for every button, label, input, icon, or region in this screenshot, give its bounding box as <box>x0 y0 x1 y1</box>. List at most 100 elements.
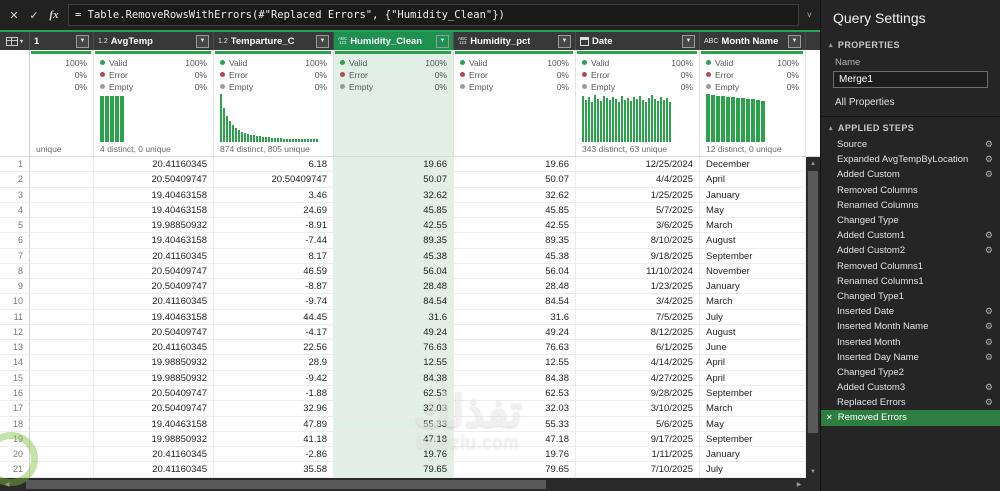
cell[interactable]: 11/10/2024 <box>576 264 700 278</box>
cell[interactable] <box>30 279 94 293</box>
filter-dropdown-icon[interactable]: ▼ <box>436 35 449 48</box>
cell[interactable]: 89.35 <box>334 233 454 247</box>
cell[interactable]: 45.85 <box>334 203 454 217</box>
cell[interactable]: April <box>700 371 806 385</box>
cell[interactable]: March <box>700 218 806 232</box>
cell[interactable]: 28.48 <box>454 279 576 293</box>
cell[interactable]: 56.04 <box>454 264 576 278</box>
row-number[interactable]: 19 <box>0 432 30 446</box>
cell[interactable]: 76.63 <box>454 340 576 354</box>
table-menu-dropdown-icon[interactable]: ▾ <box>20 38 23 45</box>
cell[interactable]: 84.54 <box>334 294 454 308</box>
row-number[interactable]: 6 <box>0 233 30 247</box>
applied-step-inserted-month[interactable]: Inserted Month⚙ <box>821 334 1000 349</box>
cell[interactable]: 5/7/2025 <box>576 203 700 217</box>
cell[interactable]: 20.50409747 <box>94 172 214 186</box>
cell[interactable]: 20.41160345 <box>94 249 214 263</box>
cell[interactable]: 3.46 <box>214 188 334 202</box>
cell[interactable]: 1/25/2025 <box>576 188 700 202</box>
column-header-date[interactable]: Date▼ <box>576 32 700 50</box>
cell[interactable] <box>30 386 94 400</box>
cell[interactable]: 20.41160345 <box>94 294 214 308</box>
cell[interactable]: 32.03 <box>334 401 454 415</box>
cell[interactable]: 47.18 <box>454 432 576 446</box>
applied-step-added-custom1[interactable]: Added Custom1⚙ <box>821 228 1000 243</box>
applied-step-renamed-columns1[interactable]: Renamed Columns1 <box>821 274 1000 289</box>
applied-step-removed-columns[interactable]: Removed Columns <box>821 183 1000 198</box>
cell[interactable]: 35.58 <box>214 462 334 476</box>
cell[interactable]: 8/10/2025 <box>576 233 700 247</box>
properties-section-header[interactable]: ▴ PROPERTIES <box>821 36 1000 54</box>
cell[interactable]: May <box>700 417 806 431</box>
cell[interactable]: 19.40463158 <box>94 310 214 324</box>
step-settings-gear-icon[interactable]: ⚙ <box>985 245 993 256</box>
cell[interactable]: 79.65 <box>454 462 576 476</box>
filter-dropdown-icon[interactable]: ▼ <box>682 35 695 48</box>
cell[interactable]: July <box>700 462 806 476</box>
cell[interactable]: 31.6 <box>334 310 454 324</box>
step-settings-gear-icon[interactable]: ⚙ <box>985 382 993 393</box>
filter-dropdown-icon[interactable]: ▼ <box>76 35 89 48</box>
cell[interactable]: 20.41160345 <box>94 447 214 461</box>
cell[interactable] <box>30 325 94 339</box>
row-number[interactable]: 5 <box>0 218 30 232</box>
cell[interactable]: -2.86 <box>214 447 334 461</box>
row-number[interactable]: 8 <box>0 264 30 278</box>
cell[interactable]: 19.40463158 <box>94 203 214 217</box>
cell[interactable]: 55.33 <box>454 417 576 431</box>
row-number[interactable]: 13 <box>0 340 30 354</box>
cancel-formula-button[interactable]: ✕ <box>4 9 24 22</box>
cell[interactable]: 19.66 <box>334 157 454 171</box>
cell[interactable]: 55.33 <box>334 417 454 431</box>
row-number[interactable]: 2 <box>0 172 30 186</box>
scroll-down-arrow-icon[interactable]: ▼ <box>806 465 820 478</box>
cell[interactable]: 12.55 <box>454 355 576 369</box>
cell[interactable]: 89.35 <box>454 233 576 247</box>
cell[interactable]: 42.55 <box>454 218 576 232</box>
filter-dropdown-icon[interactable]: ▼ <box>788 35 801 48</box>
cell[interactable]: -1.88 <box>214 386 334 400</box>
applied-step-source[interactable]: Source⚙ <box>821 137 1000 152</box>
cell[interactable]: 28.48 <box>334 279 454 293</box>
row-number[interactable]: 11 <box>0 310 30 324</box>
cell[interactable]: 62.53 <box>454 386 576 400</box>
cell[interactable]: 20.41160345 <box>94 462 214 476</box>
step-settings-gear-icon[interactable]: ⚙ <box>985 169 993 180</box>
cell[interactable] <box>30 432 94 446</box>
cell[interactable] <box>30 172 94 186</box>
cell[interactable]: 4/14/2025 <box>576 355 700 369</box>
applied-step-removed-errors[interactable]: ✕Removed Errors <box>821 410 1000 425</box>
cell[interactable]: 8.17 <box>214 249 334 263</box>
cell[interactable] <box>30 371 94 385</box>
cell[interactable]: 20.50409747 <box>214 172 334 186</box>
horizontal-scrollbar[interactable]: ◀ ▶ <box>0 478 806 491</box>
applied-step-replaced-errors[interactable]: Replaced Errors⚙ <box>821 395 1000 410</box>
cell[interactable]: 19.40463158 <box>94 417 214 431</box>
cell[interactable]: 19.98850932 <box>94 218 214 232</box>
cell[interactable]: 5/6/2025 <box>576 417 700 431</box>
applied-step-changed-type2[interactable]: Changed Type2 <box>821 365 1000 380</box>
cell[interactable]: 3/4/2025 <box>576 294 700 308</box>
cell[interactable]: December <box>700 157 806 171</box>
step-settings-gear-icon[interactable]: ⚙ <box>985 337 993 348</box>
cell[interactable]: September <box>700 386 806 400</box>
commit-formula-button[interactable]: ✓ <box>24 9 44 22</box>
step-settings-gear-icon[interactable]: ⚙ <box>985 321 993 332</box>
applied-step-added-custom3[interactable]: Added Custom3⚙ <box>821 380 1000 395</box>
cell[interactable]: 19.76 <box>334 447 454 461</box>
applied-steps-section-header[interactable]: ▴ APPLIED STEPS <box>821 119 1000 137</box>
cell[interactable]: 9/18/2025 <box>576 249 700 263</box>
cell[interactable]: 62.53 <box>334 386 454 400</box>
vertical-scrollbar[interactable]: ▲ ▼ <box>806 157 820 478</box>
cell[interactable]: 19.76 <box>454 447 576 461</box>
all-properties-link[interactable]: All Properties <box>821 92 1000 116</box>
filter-dropdown-icon[interactable]: ▼ <box>316 35 329 48</box>
applied-step-expanded-avgtempbylocation[interactable]: Expanded AvgTempByLocation⚙ <box>821 152 1000 167</box>
cell[interactable]: 12/25/2024 <box>576 157 700 171</box>
cell[interactable]: September <box>700 432 806 446</box>
cell[interactable]: 76.63 <box>334 340 454 354</box>
row-number[interactable]: 1 <box>0 157 30 171</box>
step-settings-gear-icon[interactable]: ⚙ <box>985 306 993 317</box>
applied-step-changed-type[interactable]: Changed Type <box>821 213 1000 228</box>
cell[interactable] <box>30 233 94 247</box>
